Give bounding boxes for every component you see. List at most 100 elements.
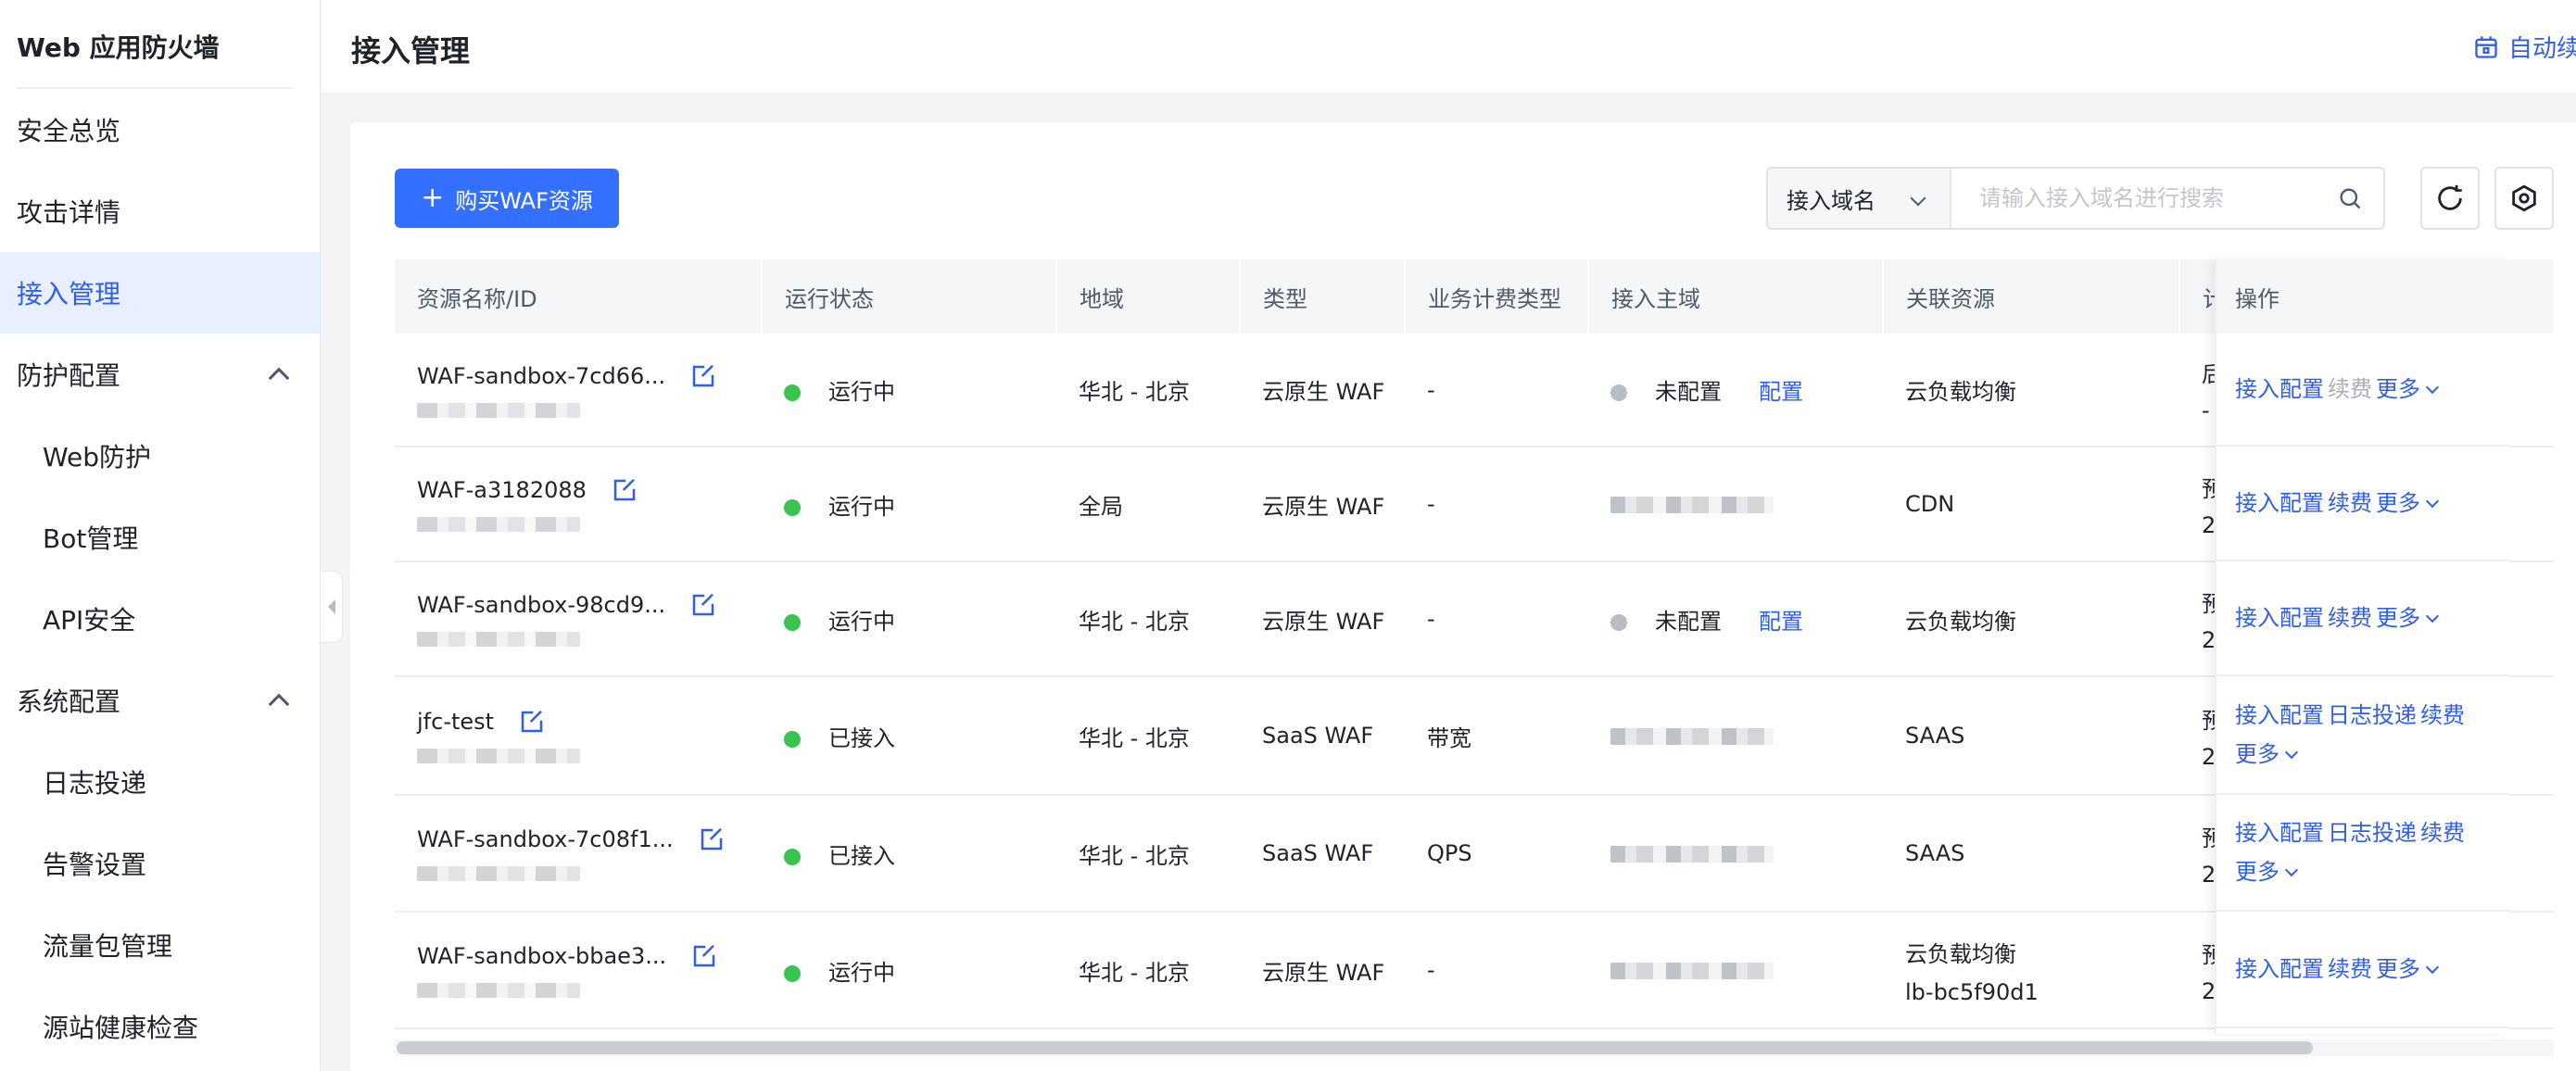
column-header-6: 关联资源 [1883,259,2180,334]
resource-id-redacted [417,866,580,881]
auto-renew-link[interactable]: 自动续 [2473,30,2576,64]
resource-cell: CDN [1883,447,2179,562]
renew-link[interactable]: 续费 [2328,956,2372,982]
search-icon[interactable] [2337,185,2363,211]
sidebar-item-2[interactable]: 接入管理 [0,252,320,334]
horizontal-scrollbar[interactable] [395,1040,2554,1056]
sidebar-item-6[interactable]: API安全 [0,578,320,660]
sidebar-item-0[interactable]: 安全总览 [0,89,320,170]
search-group: 接入域名 [1766,167,2385,230]
region-cell: 全局 [1056,447,1240,562]
search-type-select[interactable]: 接入域名 [1768,169,1951,228]
type-cell: SaaS WAF [1240,795,1405,913]
status-text: 已接入 [828,724,895,751]
sidebar-item-10[interactable]: 流量包管理 [0,904,320,986]
edit-icon[interactable] [689,591,717,619]
resource-sub: lb-bc5f90d1 [1905,978,2039,1005]
edit-icon[interactable] [698,825,726,853]
search-type-label: 接入域名 [1787,187,1875,214]
status-text: 运行中 [828,379,895,405]
ops-body: 接入配置 续费 更多 接入配置 续费 更多 接入配置 续费 更多 接入配置 日志投递 续费 更多 接入配置… [2216,334,2509,1028]
sidebar-item-1[interactable]: 攻击详情 [0,170,320,252]
resource-name: CDN [1905,491,1955,517]
ops-row: 接入配置 续费 更多 [2216,912,2509,1028]
renew-link[interactable]: 续费 [2328,376,2372,402]
ops-line: 接入配置 续费 更多 [2235,370,2509,409]
column-header-4: 业务计费类型 [1405,259,1589,334]
page-title: 接入管理 [351,33,471,69]
more-dropdown[interactable]: 更多 [2235,741,2279,767]
domain-status: 未配置 [1655,608,1722,635]
collapse-arrow-icon [327,599,335,614]
chevron-up-icon[interactable] [268,367,290,389]
access-config-link[interactable]: 接入配置 [2235,702,2324,728]
more-dropdown[interactable]: 更多 [2376,376,2420,402]
edit-icon[interactable] [611,476,638,504]
sidebar-item-11[interactable]: 源站健康检查 [0,986,320,1067]
sidebar-item-5[interactable]: Bot管理 [0,497,320,578]
sidebar-item-3[interactable]: 防护配置 [0,334,320,415]
access-config-link[interactable]: 接入配置 [2235,956,2324,982]
resource-name-cell: WAF-sandbox-7cd66... [395,334,762,447]
log-delivery-link[interactable]: 日志投递 [2328,702,2417,728]
sidebar-collapse-handle[interactable] [321,571,343,643]
more-dropdown[interactable]: 更多 [2376,956,2420,982]
search-input[interactable] [1951,169,2337,228]
ops-line: 更多 [2235,735,2509,774]
domain-redacted [1610,963,1774,979]
billing-biz-cell: QPS [1405,795,1588,913]
sidebar-item-label: 攻击详情 [17,197,121,228]
more-dropdown[interactable]: 更多 [2376,490,2420,516]
edit-icon[interactable] [518,708,546,736]
ops-row: 接入配置 续费 更多 [2216,561,2509,676]
configure-link[interactable]: 配置 [1759,379,1803,405]
buy-waf-label: 购买WAF资源 [455,187,593,214]
sidebar-item-4[interactable]: Web防护 [0,415,320,497]
renew-link[interactable]: 续费 [2420,820,2465,846]
scrollbar-thumb[interactable] [397,1041,2313,1054]
sidebar-item-8[interactable]: 日志投递 [0,741,320,823]
ops-row: 接入配置 续费 更多 [2216,447,2509,561]
billing-biz-cell: - [1405,561,1588,677]
configure-link[interactable]: 配置 [1759,609,1803,635]
renew-link[interactable]: 续费 [2328,490,2372,516]
column-header-5: 接入主域 [1588,259,1884,334]
sidebar-item-7[interactable]: 系统配置 [0,660,320,741]
access-config-link[interactable]: 接入配置 [2235,490,2324,516]
type-cell: SaaS WAF [1240,676,1405,796]
resource-id-redacted [417,517,580,532]
access-config-link[interactable]: 接入配置 [2235,820,2324,846]
sidebar-item-9[interactable]: 告警设置 [0,823,320,904]
refresh-button[interactable] [2420,167,2480,230]
more-dropdown[interactable]: 更多 [2376,605,2420,631]
status-text: 运行中 [828,493,895,520]
access-config-link[interactable]: 接入配置 [2235,376,2324,402]
renew-link[interactable]: 续费 [2420,702,2465,728]
column-settings-button[interactable] [2494,167,2554,230]
log-delivery-link[interactable]: 日志投递 [2328,820,2417,846]
chevron-up-icon[interactable] [268,693,290,715]
sidebar-item-label: 源站健康检查 [43,1013,199,1043]
domain-cell [1588,795,1883,913]
ops-row: 接入配置 续费 更多 [2216,334,2509,447]
ops-column: 操作 接入配置 续费 更多 接入配置 续费 更多 接入配置 续费 更多 接入配置 日志投递 续费 更多接… [2215,259,2509,1034]
ops-header: 操作 [2216,259,2509,334]
domain-redacted [1610,846,1774,863]
sidebar-item-label: 系统配置 [17,687,121,717]
access-config-link[interactable]: 接入配置 [2235,605,2324,631]
resource-name-cell: WAF-sandbox-bbae3... [395,912,762,1029]
edit-icon[interactable] [690,942,718,970]
billing-biz-cell: - [1405,912,1588,1029]
renew-link[interactable]: 续费 [2328,605,2372,631]
edit-icon[interactable] [689,362,717,390]
sidebar-item-label: 日志投递 [43,768,147,799]
sidebar-item-label: Bot管理 [43,523,139,554]
resource-name: 云负载均衡 [1905,608,2016,635]
ops-line: 接入配置 续费 更多 [2235,950,2509,989]
settings-icon [2512,184,2536,212]
resource-name: WAF-sandbox-7c08f1... [417,826,674,852]
buy-waf-button[interactable]: + 购买WAF资源 [395,169,619,228]
column-header-3: 类型 [1240,259,1406,334]
domain-status-dot [1610,613,1627,631]
more-dropdown[interactable]: 更多 [2235,859,2279,885]
